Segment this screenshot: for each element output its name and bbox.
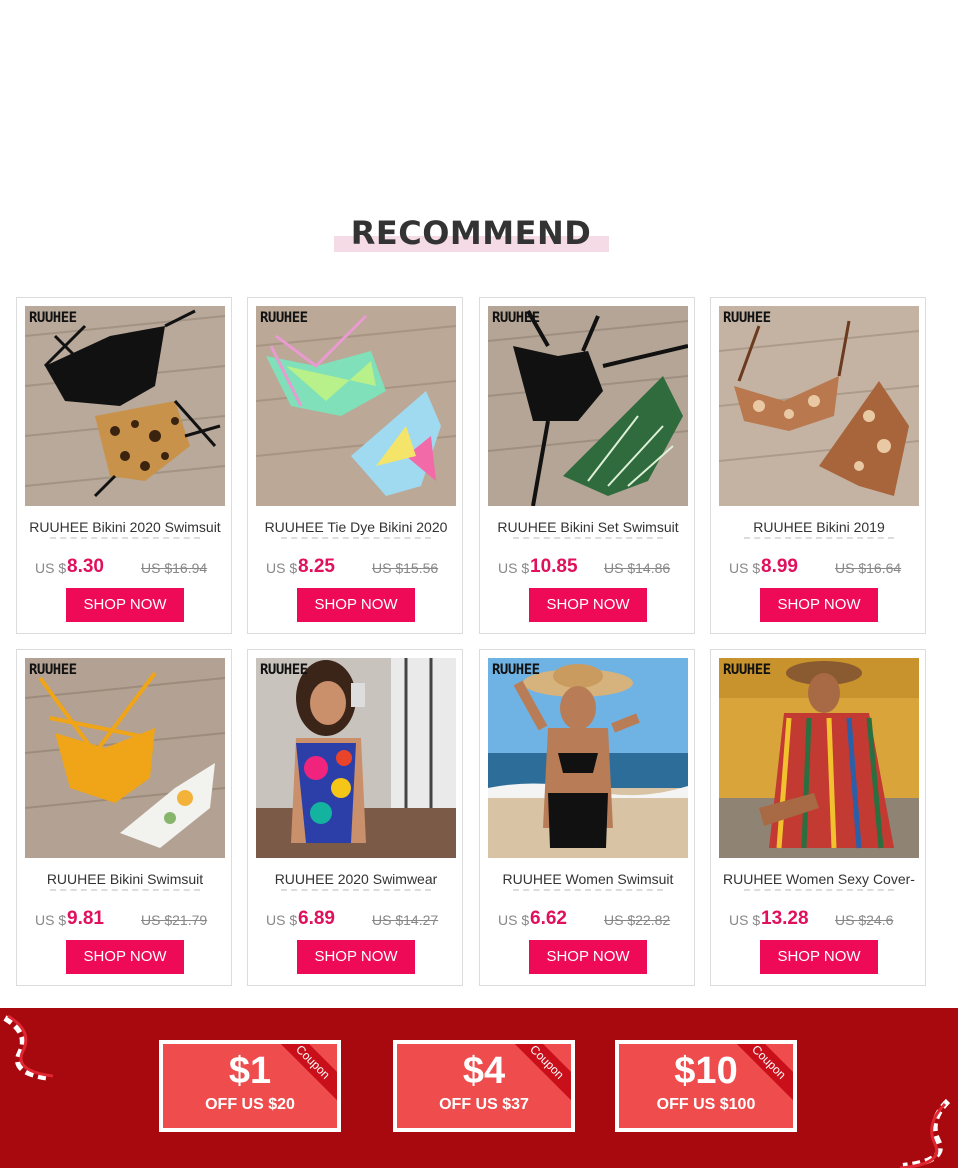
product-image[interactable]: RUUHEE [256, 658, 456, 858]
brand-logo: RUUHEE [723, 662, 771, 678]
coupon-condition: OFF US $100 [656, 1096, 756, 1113]
brand-logo: RUUHEE [29, 662, 77, 678]
original-price: US $16.94 [141, 560, 208, 576]
price-row: US $ 10.85 US $14.86 [498, 556, 688, 580]
shop-now-button[interactable]: SHOP NOW [66, 588, 184, 622]
product-name[interactable]: RUUHEE Women Swimsuit [486, 871, 690, 891]
brand-logo: RUUHEE [260, 310, 308, 326]
shop-now-button[interactable]: SHOP NOW [529, 940, 647, 974]
original-price: US $15.56 [372, 560, 439, 576]
shop-now-button[interactable]: SHOP NOW [66, 940, 184, 974]
sale-price: 9.81 [67, 908, 104, 929]
price-row: US $ 8.30 US $16.94 [35, 556, 225, 580]
product-image[interactable]: RUUHEE [719, 658, 919, 858]
currency-label: US $ [35, 912, 67, 928]
original-price: US $21.79 [141, 912, 208, 928]
product-name[interactable]: RUUHEE Bikini 2020 Swimsuit [23, 519, 227, 539]
section-title: RECOMMEND [350, 214, 592, 252]
product-card[interactable]: RUUHEE RUUHEE Bikini 2020 Swimsuit US $ … [16, 297, 232, 634]
brand-logo: RUUHEE [29, 310, 77, 326]
product-name-overflow [23, 537, 227, 542]
coupon-condition: OFF US $37 [439, 1096, 529, 1113]
product-name[interactable]: RUUHEE Bikini 2019 [717, 519, 921, 539]
product-name[interactable]: RUUHEE 2020 Swimwear [254, 871, 458, 891]
ribbon-decoration-icon [899, 1098, 951, 1168]
product-name-overflow [23, 889, 227, 894]
price-row: US $ 9.81 US $21.79 [35, 908, 225, 932]
price-row: US $ 6.62 US $22.82 [498, 908, 688, 932]
product-card[interactable]: RUUHEE RUUHEE Bikini Set Swimsuit US $ 1… [479, 297, 695, 634]
price-row: US $ 13.28 US $24.6 [729, 908, 919, 932]
currency-label: US $ [35, 560, 67, 576]
coupon-banner: $1 OFF US $20 Coupon $4 OFF US $37 Coupo… [0, 1008, 958, 1168]
sale-price: 8.30 [67, 556, 104, 577]
brand-logo: RUUHEE [260, 662, 308, 678]
currency-label: US $ [729, 560, 761, 576]
brand-logo: RUUHEE [723, 310, 771, 326]
shop-now-button[interactable]: SHOP NOW [297, 588, 415, 622]
product-image[interactable]: RUUHEE [488, 306, 688, 506]
product-name-overflow [486, 537, 690, 542]
original-price: US $22.82 [604, 912, 671, 928]
sale-price: 13.28 [761, 908, 809, 929]
product-image[interactable]: RUUHEE [488, 658, 688, 858]
price-row: US $ 8.25 US $15.56 [266, 556, 456, 580]
product-card[interactable]: RUUHEE RUUHEE Women Sexy Cover- US $ 13.… [710, 649, 926, 986]
product-card[interactable]: RUUHEE RUUHEE Bikini 2019 US $ 8.99 US $… [710, 297, 926, 634]
product-image[interactable]: RUUHEE [256, 306, 456, 506]
currency-label: US $ [729, 912, 761, 928]
product-card[interactable]: RUUHEE RUUHEE 2020 Swimwear US $ 6.89 US… [247, 649, 463, 986]
recommend-header: RECOMMEND [0, 212, 958, 258]
original-price: US $16.64 [835, 560, 902, 576]
product-name-overflow [717, 889, 921, 894]
currency-label: US $ [498, 912, 530, 928]
product-name-overflow [254, 889, 458, 894]
product-name[interactable]: RUUHEE Tie Dye Bikini 2020 [254, 519, 458, 539]
product-card[interactable]: RUUHEE RUUHEE Bikini Swimsuit US $ 9.81 … [16, 649, 232, 986]
product-image[interactable]: RUUHEE [25, 306, 225, 506]
coupon-condition: OFF US $20 [205, 1096, 295, 1113]
sale-price: 10.85 [530, 556, 578, 577]
product-image[interactable]: RUUHEE [25, 658, 225, 858]
coupon-1[interactable]: $1 OFF US $20 Coupon [159, 1040, 341, 1132]
shop-now-button[interactable]: SHOP NOW [760, 940, 878, 974]
sale-price: 6.62 [530, 908, 567, 929]
original-price: US $24.6 [835, 912, 894, 928]
product-name-overflow [254, 537, 458, 542]
ribbon-decoration-icon [3, 1014, 54, 1081]
product-name[interactable]: RUUHEE Bikini Swimsuit [23, 871, 227, 891]
product-name[interactable]: RUUHEE Women Sexy Cover- [717, 871, 921, 891]
currency-label: US $ [266, 560, 298, 576]
brand-logo: RUUHEE [492, 662, 540, 678]
product-name[interactable]: RUUHEE Bikini Set Swimsuit [486, 519, 690, 539]
brand-logo: RUUHEE [492, 310, 540, 326]
price-row: US $ 6.89 US $14.27 [266, 908, 456, 932]
original-price: US $14.27 [372, 912, 439, 928]
currency-label: US $ [498, 560, 530, 576]
product-card[interactable]: RUUHEE RUUHEE Women Swimsuit US $ 6.62 U… [479, 649, 695, 986]
shop-now-button[interactable]: SHOP NOW [760, 588, 878, 622]
price-row: US $ 8.99 US $16.64 [729, 556, 919, 580]
coupon-2[interactable]: $4 OFF US $37 Coupon [393, 1040, 575, 1132]
currency-label: US $ [266, 912, 298, 928]
product-name-overflow [486, 889, 690, 894]
coupon-3[interactable]: $10 OFF US $100 Coupon [615, 1040, 797, 1132]
shop-now-button[interactable]: SHOP NOW [297, 940, 415, 974]
product-image[interactable]: RUUHEE [719, 306, 919, 506]
shop-now-button[interactable]: SHOP NOW [529, 588, 647, 622]
sale-price: 8.25 [298, 556, 335, 577]
sale-price: 8.99 [761, 556, 798, 577]
sale-price: 6.89 [298, 908, 335, 929]
original-price: US $14.86 [604, 560, 671, 576]
product-card[interactable]: RUUHEE RUUHEE Tie Dye Bikini 2020 US $ 8… [247, 297, 463, 634]
product-name-overflow [717, 537, 921, 542]
